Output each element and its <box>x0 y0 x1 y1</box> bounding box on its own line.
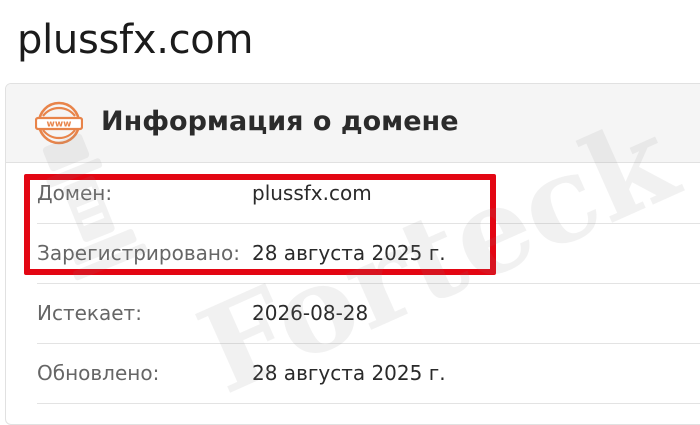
card-header: www Информация о домене <box>6 84 700 163</box>
www-icon-text: www <box>47 120 72 130</box>
row-value: 28 августа 2025 г. <box>252 361 446 385</box>
info-row-expires: Истекает: 2026-08-28 <box>37 284 700 344</box>
red-highlight-box <box>24 174 496 275</box>
info-row-updated: Обновлено: 28 августа 2025 г. <box>37 344 700 404</box>
www-icon: www <box>35 101 83 145</box>
row-value: 2026-08-28 <box>252 301 369 325</box>
row-label: Истекает: <box>37 301 142 325</box>
card-title: Информация о домене <box>101 106 459 137</box>
page-title: plussfx.com <box>17 17 254 63</box>
row-label: Обновлено: <box>37 361 160 385</box>
